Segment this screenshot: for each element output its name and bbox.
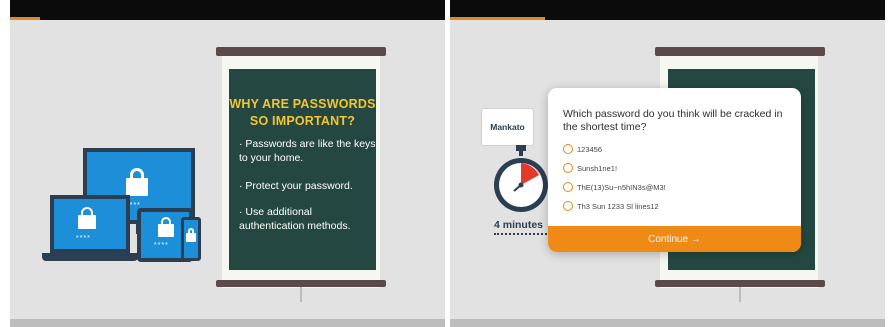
- option-label: Sunsh1ne1!: [577, 163, 618, 173]
- lock-icon: [158, 217, 174, 239]
- slide-progress-bar: [450, 17, 545, 20]
- option-label: 123456: [577, 144, 603, 154]
- bullet-item: · Protect your password.: [239, 180, 353, 192]
- radio-button[interactable]: [563, 144, 573, 154]
- easel-leg: [300, 287, 302, 302]
- easel-bottom-bar: [655, 280, 825, 287]
- timer-label: 4 minutes: [494, 219, 544, 231]
- board-title: WHY ARE PASSWORDS SO IMPORTANT?: [229, 97, 376, 128]
- slide-top-bar: [10, 0, 445, 20]
- easel-top-bar: [655, 47, 825, 56]
- quiz-dialog: Which password do you think will be crac…: [548, 88, 801, 252]
- radio-button[interactable]: [563, 201, 573, 211]
- password-dots-icon: ****: [154, 242, 169, 249]
- slide-panel-right: Mankato 4 minutes Which password do you …: [450, 0, 885, 327]
- chalkboard: WHY ARE PASSWORDS SO IMPORTANT? · Passwo…: [229, 69, 376, 270]
- slide-top-bar: [450, 0, 885, 20]
- lock-icon: [126, 168, 148, 198]
- continue-button[interactable]: Continue →: [548, 226, 801, 252]
- easel-bottom-bar: [216, 280, 386, 287]
- quiz-option-4[interactable]: Th3 Sun 1233 Sl lines12: [563, 199, 659, 213]
- quiz-question: Which password do you think will be crac…: [563, 108, 783, 133]
- laptop-base: [42, 253, 138, 261]
- slide-bottom-bar: [10, 319, 445, 327]
- timer-underline: [494, 233, 547, 235]
- option-label: Th3 Sun 1233 Sl lines12: [577, 201, 659, 211]
- lock-icon: [78, 207, 96, 231]
- bullet-item: · Passwords are like the keys to your ho…: [239, 138, 376, 164]
- slide-panel-left: **** **** **** WHY ARE PASSWORDS SO IMPO…: [10, 0, 445, 327]
- stopwatch-icon: [494, 145, 548, 212]
- password-dots-icon: ****: [76, 235, 91, 242]
- quiz-option-3[interactable]: ThE(13)Su~n5hIN3s@M3!: [563, 180, 666, 194]
- quiz-option-2[interactable]: Sunsh1ne1!: [563, 161, 617, 175]
- easel-leg: [739, 287, 741, 302]
- slide-progress-bar: [10, 17, 40, 20]
- bullet-item: · Use additional authentication methods.: [239, 206, 351, 232]
- slide-bottom-bar: [450, 319, 885, 327]
- easel-top-bar: [216, 47, 386, 56]
- option-label: ThE(13)Su~n5hIN3s@M3!: [577, 182, 666, 192]
- quiz-option-1[interactable]: 123456: [563, 142, 602, 156]
- speech-bubble: Mankato: [481, 108, 534, 146]
- lock-icon: [186, 228, 196, 244]
- radio-button[interactable]: [563, 163, 573, 173]
- radio-button[interactable]: [563, 182, 573, 192]
